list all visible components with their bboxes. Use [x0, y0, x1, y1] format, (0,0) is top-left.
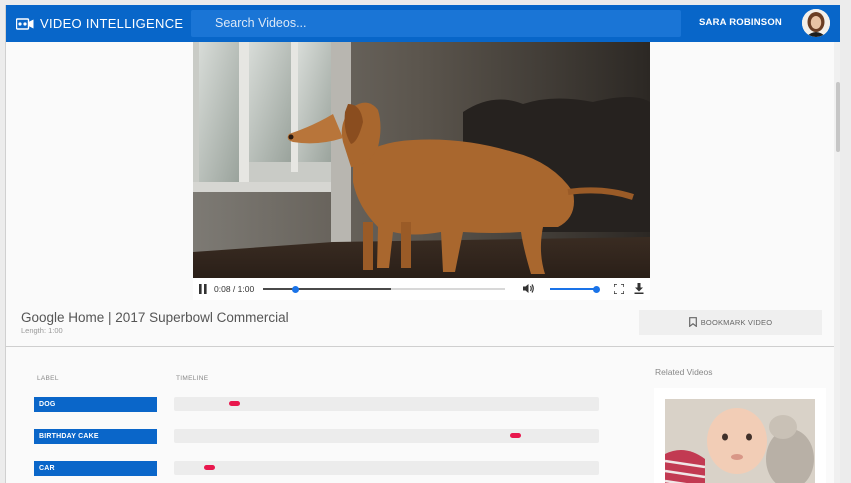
timeline-track[interactable] — [174, 429, 599, 443]
volume-handle[interactable] — [592, 285, 600, 293]
avatar[interactable] — [802, 9, 830, 37]
related-video-card[interactable] — [654, 388, 826, 483]
seek-handle[interactable] — [291, 285, 299, 293]
label-column-header: LABEL — [37, 375, 59, 382]
fullscreen-icon[interactable] — [613, 283, 625, 296]
pause-icon[interactable] — [199, 284, 207, 296]
timeline-marker[interactable] — [509, 433, 521, 438]
volume-icon[interactable] — [523, 283, 535, 296]
bookmark-video-button[interactable]: BOOKMARK VIDEO — [639, 310, 822, 335]
scrollbar-thumb[interactable] — [836, 82, 840, 152]
bookmark-label: BOOKMARK VIDEO — [700, 318, 773, 327]
video-frame[interactable] — [193, 42, 650, 278]
video-still-image — [193, 42, 650, 278]
bookmark-icon — [688, 316, 697, 329]
download-icon[interactable] — [634, 283, 644, 296]
time-readout: 0:08 / 1:00 — [214, 284, 255, 294]
seek-bar[interactable] — [263, 285, 505, 293]
top-bar: VIDEO INTELLIGENCE Search Videos... SARA… — [6, 5, 840, 42]
related-video-thumbnail[interactable] — [665, 399, 815, 483]
video-camera-icon — [16, 17, 34, 30]
label-chip-birthday-cake[interactable]: BIRTHDAY CAKE — [34, 429, 157, 444]
timeline-marker[interactable] — [203, 465, 215, 470]
label-chip-dog[interactable]: DOG — [34, 397, 157, 412]
search-placeholder: Search Videos... — [215, 16, 307, 30]
player-controls: 0:08 / 1:00 — [193, 278, 650, 300]
brand[interactable]: VIDEO INTELLIGENCE — [16, 5, 183, 42]
label-chip-car[interactable]: CAR — [34, 461, 157, 476]
page-scrollbar[interactable] — [834, 42, 840, 483]
timeline-track[interactable] — [174, 461, 599, 475]
search-input[interactable]: Search Videos... — [191, 10, 681, 37]
timeline-column-header: TIMELINE — [176, 375, 209, 382]
section-divider — [6, 346, 840, 347]
related-videos-title: Related Videos — [655, 367, 713, 377]
brand-title: VIDEO INTELLIGENCE — [40, 16, 184, 31]
seek-buffered — [263, 288, 392, 290]
video-title: Google Home | 2017 Superbowl Commercial — [21, 310, 289, 325]
timeline-track[interactable] — [174, 397, 599, 411]
app-page: VIDEO INTELLIGENCE Search Videos... SARA… — [5, 5, 840, 483]
video-length: Length: 1:00 — [21, 326, 63, 335]
volume-slider[interactable] — [550, 285, 600, 293]
user-name[interactable]: SARA ROBINSON — [699, 17, 782, 28]
timeline-marker[interactable] — [229, 401, 241, 406]
